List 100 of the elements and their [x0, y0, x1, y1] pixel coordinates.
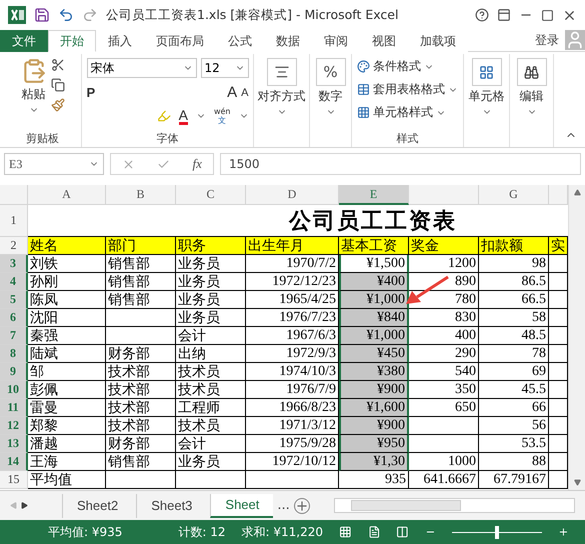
ribbon-tab[interactable]: 开始: [48, 30, 96, 52]
style-button[interactable]: 套用表格格式: [373, 81, 445, 98]
page-layout-icon[interactable]: [368, 525, 380, 539]
table-cell: [549, 345, 568, 363]
undo-icon[interactable]: [58, 7, 74, 23]
table-cell: 350: [409, 381, 479, 399]
vertical-scrollbar[interactable]: [568, 185, 585, 490]
row-header[interactable]: 1: [0, 205, 28, 237]
row-header[interactable]: 6: [0, 309, 28, 327]
table-cell: [549, 255, 568, 273]
column-heading-cell: 奖金: [409, 237, 479, 255]
table-cell: 销售部: [106, 291, 176, 309]
table-cell: 技术员: [176, 381, 246, 399]
scroll-up-icon[interactable]: [574, 189, 580, 196]
style-icon[interactable]: [357, 106, 370, 119]
row-header[interactable]: 10: [0, 381, 28, 399]
more-sheets-button[interactable]: ...: [277, 498, 290, 513]
font-size-field[interactable]: 12: [200, 58, 248, 78]
table-cell: 67.79167: [479, 471, 549, 489]
binoculars-icon[interactable]: [516, 58, 546, 86]
format-painter-icon[interactable]: [50, 98, 64, 112]
column-heading-cell: 扣款额: [479, 237, 549, 255]
row-header[interactable]: 7: [0, 327, 28, 345]
table-cell: 48.5: [479, 327, 549, 345]
table-cell: 技术员: [176, 363, 246, 381]
sheet-tab[interactable]: Sheet: [210, 494, 274, 518]
row-header[interactable]: 12: [0, 417, 28, 435]
column-header[interactable]: A: [28, 185, 106, 205]
table-cell: 890: [409, 273, 479, 291]
next-sheet-icon[interactable]: [21, 502, 28, 509]
shrink-font-button[interactable]: A: [241, 86, 248, 98]
save-icon[interactable]: [34, 7, 50, 23]
column-header[interactable]: E: [339, 185, 409, 205]
page-break-icon[interactable]: [396, 525, 409, 539]
column-header[interactable]: G: [479, 185, 549, 205]
row-header[interactable]: 5: [0, 291, 28, 309]
column-header[interactable]: D: [246, 185, 339, 205]
ribbon-display-icon[interactable]: [497, 8, 511, 22]
row-header[interactable]: 3: [0, 255, 28, 273]
file-tab[interactable]: 文件: [0, 30, 48, 52]
scroll-down-icon[interactable]: [574, 479, 580, 486]
formula-field[interactable]: 1500: [220, 153, 581, 175]
normal-view-icon[interactable]: [339, 525, 352, 539]
cells-button[interactable]: 单元格: [468, 88, 504, 105]
table-cell: 98: [479, 255, 549, 273]
style-icon[interactable]: [357, 83, 370, 96]
row-header[interactable]: 4: [0, 273, 28, 291]
style-button[interactable]: 单元格样式: [373, 104, 433, 121]
phonetic-button[interactable]: wén 文: [214, 107, 230, 125]
alignment-icon[interactable]: [266, 58, 296, 86]
paste-button[interactable]: 粘贴: [22, 86, 46, 103]
row-header[interactable]: 2: [0, 237, 28, 255]
sheet-tab[interactable]: Sheet2: [62, 494, 132, 518]
cut-icon[interactable]: [50, 58, 64, 72]
style-icon[interactable]: [357, 60, 370, 73]
horizontal-scrollbar[interactable]: [334, 498, 575, 513]
row-header[interactable]: 15: [0, 471, 28, 489]
row-header[interactable]: 8: [0, 345, 28, 363]
table-cell: 潘越: [28, 435, 106, 453]
grow-font-button[interactable]: A: [227, 84, 238, 101]
table-cell: 53.5: [479, 435, 549, 453]
row-header[interactable]: 13: [0, 435, 28, 453]
bold-button[interactable]: P: [86, 85, 96, 100]
add-sheet-icon[interactable]: [294, 498, 310, 514]
table-cell: 销售部: [106, 453, 176, 471]
name-box[interactable]: E3: [4, 153, 104, 175]
font-name-field[interactable]: 宋体: [86, 58, 196, 78]
row-header[interactable]: 14: [0, 453, 28, 471]
font-color-button[interactable]: A: [178, 108, 188, 124]
sheet-tab[interactable]: Sheet3: [136, 494, 206, 518]
editing-button[interactable]: 编辑: [520, 88, 544, 105]
column-header[interactable]: B: [106, 185, 176, 205]
table-cell: 孙刚: [28, 273, 106, 291]
insert-function-button[interactable]: fx: [192, 156, 202, 172]
alignment-button[interactable]: 对齐方式: [258, 88, 306, 105]
group-label: 样式: [396, 131, 420, 147]
table-cell: 780: [409, 291, 479, 309]
table-cell: 业务员: [176, 255, 246, 273]
zoom-in-icon[interactable]: [558, 526, 569, 538]
table-cell: 技术员: [176, 417, 246, 435]
percent-button[interactable]: %: [316, 58, 346, 86]
column-header[interactable]: C: [176, 185, 246, 205]
table-cell: ¥900: [339, 381, 409, 399]
table-cell: 业务员: [176, 291, 246, 309]
style-button[interactable]: 条件格式: [373, 58, 421, 75]
table-cell: [409, 417, 479, 435]
sign-in-link[interactable]: 登录: [529, 32, 565, 49]
row-header[interactable]: 11: [0, 399, 28, 417]
maximize-icon[interactable]: [541, 8, 554, 22]
table-cell: [549, 453, 568, 471]
group-label: 字体: [156, 131, 180, 147]
number-button[interactable]: 数字: [318, 88, 342, 105]
help-icon[interactable]: [475, 8, 489, 22]
copy-icon[interactable]: [50, 78, 64, 92]
row-header[interactable]: 9: [0, 363, 28, 381]
group-label: 剪贴板: [25, 131, 60, 147]
table-cell: 66: [479, 399, 549, 417]
zoom-thumb[interactable]: [495, 526, 500, 538]
sum-readout: 求和: ¥11,220: [242, 524, 324, 540]
cells-icon[interactable]: [472, 58, 502, 86]
